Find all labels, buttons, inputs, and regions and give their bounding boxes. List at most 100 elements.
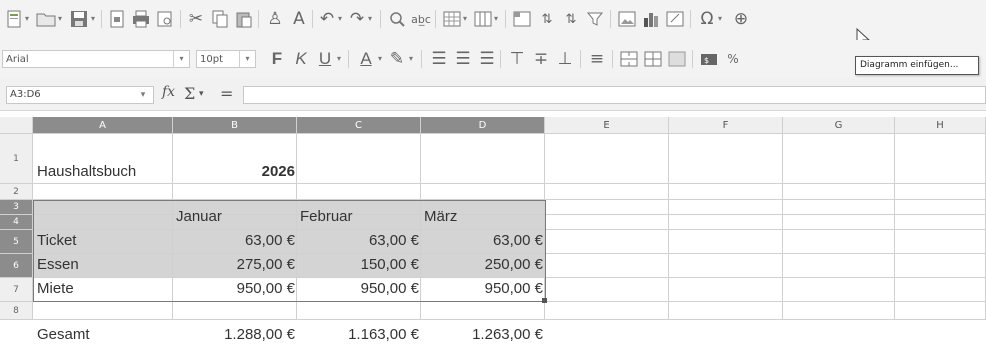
grid-cell[interactable] [33,302,173,320]
row-header-4[interactable]: 4 [0,215,33,230]
cell-d8[interactable]: 1.263,00 € [421,326,543,343]
chevron-down-icon[interactable]: ▾ [91,14,100,24]
chevron-down-icon[interactable]: ▾ [239,51,255,67]
cell-b5[interactable]: 275,00 € [173,256,295,273]
fill-handle[interactable] [542,298,547,303]
cell-a4[interactable]: Ticket [37,232,76,249]
chevron-down-icon[interactable]: ▾ [463,14,472,24]
column-header-h[interactable]: H [895,117,986,134]
spelling-icon[interactable]: ab̲c [410,8,432,30]
grid-cell[interactable] [669,254,783,278]
column-header-e[interactable]: E [545,117,669,134]
chevron-down-icon[interactable]: ▾ [409,54,418,64]
insert-chart-icon[interactable] [640,8,662,30]
column-icon[interactable] [472,8,494,30]
align-top-icon[interactable]: ⊤ [506,48,528,70]
grid-cell[interactable] [545,184,669,200]
unmerge-cells-icon[interactable] [642,48,664,70]
special-character-icon[interactable]: Ω [696,8,718,30]
chevron-down-icon[interactable]: ▾ [368,14,377,24]
chevron-down-icon[interactable]: ▾ [199,89,204,99]
grid-cell[interactable] [783,184,895,200]
merge-cells-icon[interactable] [618,48,640,70]
align-left-icon[interactable]: ☰ [428,48,450,70]
align-middle-icon[interactable]: ∓ [530,48,552,70]
grid-cell[interactable] [545,254,669,278]
cell-d3[interactable]: März [424,208,457,225]
chevron-down-icon[interactable]: ▾ [718,14,727,24]
underline-button[interactable]: U [314,48,336,70]
cell-b8[interactable]: 1.288,00 € [173,326,295,343]
grid-cell[interactable] [297,134,421,184]
highlight-color-icon[interactable]: ✎ [386,48,408,70]
cell-c6[interactable]: 950,00 € [297,280,419,297]
grid-cell[interactable] [669,200,783,215]
grid-cell[interactable] [173,302,297,320]
grid-cell[interactable] [33,184,173,200]
bold-button[interactable]: F [266,48,288,70]
grid-cell[interactable] [895,200,986,215]
grid-cell[interactable] [545,215,669,230]
cell-c5[interactable]: 150,00 € [297,256,419,273]
grid-cell[interactable] [895,302,986,320]
column-header-g[interactable]: G [783,117,895,134]
print-preview-icon[interactable] [154,8,176,30]
cell-a1[interactable]: Haushaltsbuch [37,163,136,180]
font-name-box[interactable]: Arial ▾ [2,50,190,68]
row-header-6[interactable]: 6 [0,254,33,278]
new-document-icon[interactable] [3,8,25,30]
grid-cell[interactable] [895,254,986,278]
freeze-icon[interactable] [511,8,533,30]
grid-cell[interactable] [669,230,783,254]
find-replace-icon[interactable] [386,8,408,30]
borders-icon[interactable] [666,48,688,70]
cell-d4[interactable]: 63,00 € [421,232,543,249]
cell-b3[interactable]: Januar [176,208,222,225]
grid-cell[interactable] [783,200,895,215]
font-size-box[interactable]: 10pt ▾ [196,50,256,68]
grid-cell[interactable] [421,184,545,200]
number-format-currency-icon[interactable]: $ [698,48,720,70]
column-header-f[interactable]: F [669,117,783,134]
cell-c4[interactable]: 63,00 € [297,232,419,249]
row-header-5[interactable]: 5 [0,230,33,254]
grid-cell[interactable] [421,134,545,184]
sort-descending-icon[interactable]: ⇅ [560,8,582,30]
grid-cell[interactable] [895,215,986,230]
column-header-d[interactable]: D [421,117,545,134]
italic-button[interactable]: K [290,48,312,70]
font-color-button[interactable]: A [355,48,377,70]
function-wizard-icon[interactable]: fx [162,84,175,100]
grid-cell[interactable] [173,184,297,200]
open-folder-icon[interactable] [35,8,57,30]
cell-a6[interactable]: Miete [37,280,74,297]
column-header-a[interactable]: A [33,117,173,134]
row-header-1[interactable]: 1 [0,134,33,184]
pivot-table-icon[interactable] [664,8,686,30]
number-format-percent-icon[interactable]: % [722,48,744,70]
grid-cell[interactable] [545,134,669,184]
grid-cell[interactable] [783,254,895,278]
grid-cell[interactable] [895,278,986,302]
cell-a8[interactable]: Gesamt [37,326,90,343]
clear-formatting-icon[interactable]: A [288,8,310,30]
align-bottom-icon[interactable]: ⊥ [554,48,576,70]
chevron-down-icon[interactable]: ▾ [25,14,34,24]
row-header-8[interactable]: 8 [0,302,33,320]
grid-cell[interactable] [669,215,783,230]
chevron-down-icon[interactable]: ▾ [132,86,154,104]
chevron-down-icon[interactable]: ▾ [337,54,346,64]
cell-d5[interactable]: 250,00 € [421,256,543,273]
grid-cell[interactable] [783,230,895,254]
row-header-2[interactable]: 2 [0,184,33,200]
sort-ascending-icon[interactable]: ⇅ [536,8,558,30]
cell-b4[interactable]: 63,00 € [173,232,295,249]
grid-cell[interactable] [545,200,669,215]
align-right-icon[interactable]: ☰ [476,48,498,70]
cell-b1[interactable]: 2026 [173,163,295,180]
cell-c3[interactable]: Februar [300,208,353,225]
cell-a5[interactable]: Essen [37,256,79,273]
undo-icon[interactable]: ↶ [316,8,338,30]
wrap-text-icon[interactable]: ≡ [586,48,608,70]
grid-cell[interactable] [421,302,545,320]
